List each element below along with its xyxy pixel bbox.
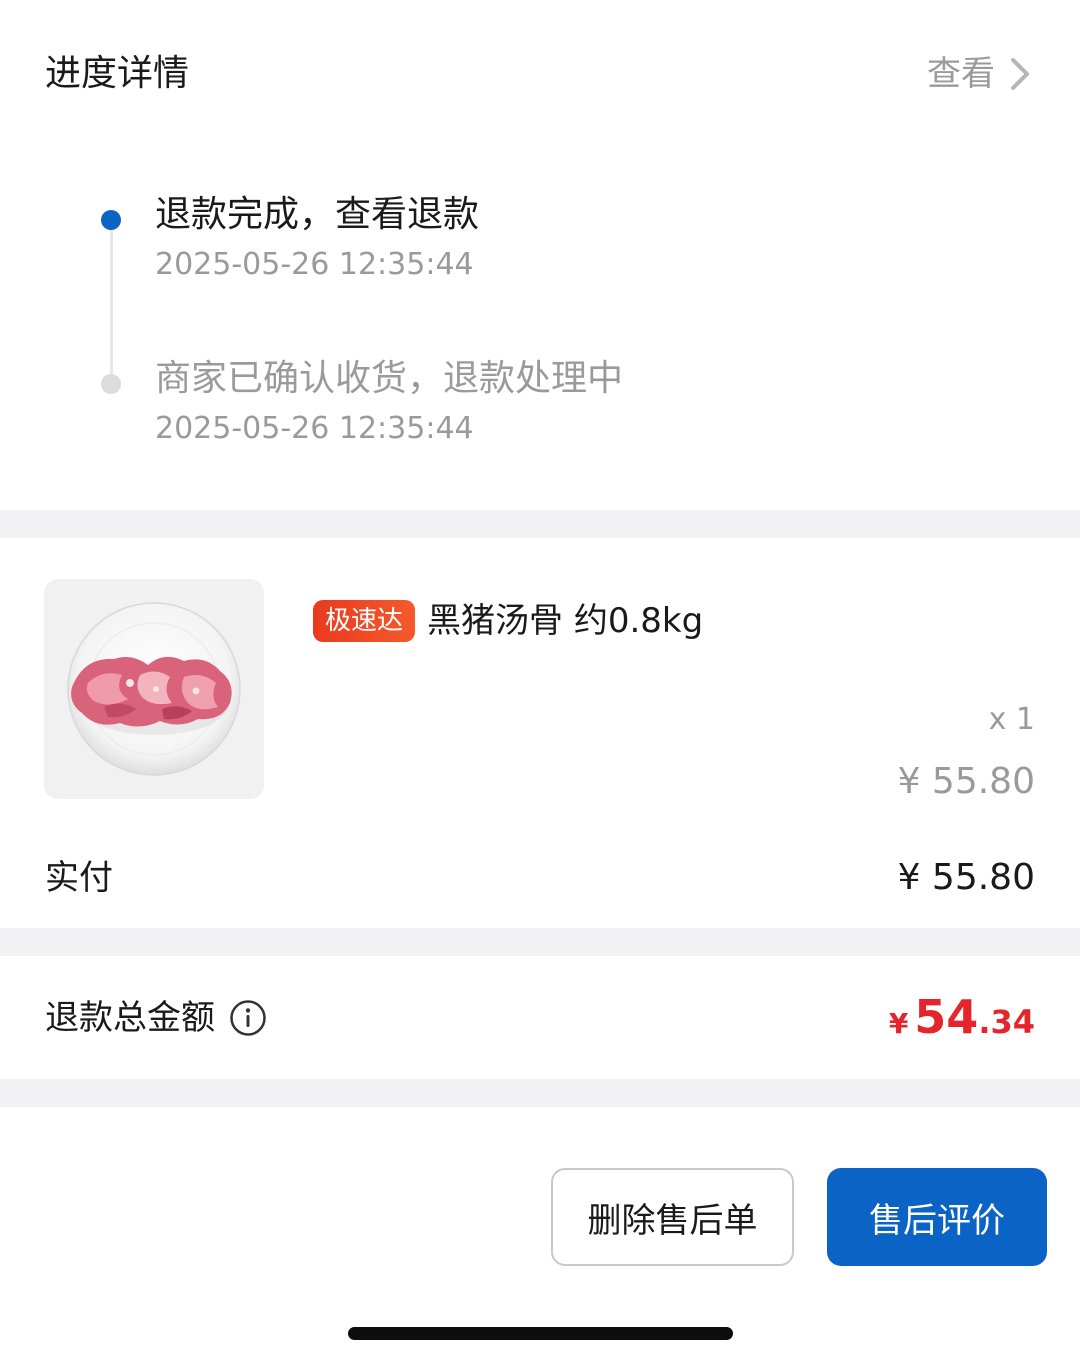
refund-amount-decimal: .34	[978, 1003, 1035, 1041]
chevron-right-icon	[1011, 58, 1029, 90]
section-divider	[0, 1079, 1080, 1107]
currency-symbol: ¥	[888, 1007, 909, 1040]
product-section: 极速达 黑猪汤骨 约0.8kg x 1 ¥ 55.80 实付 ¥ 55.80	[0, 538, 1080, 928]
product-unit-price: ¥ 55.80	[897, 761, 1035, 802]
progress-section: 进度详情 查看 退款完成，查看退款 2025-05-26 12:35:44 商家…	[0, 0, 1080, 510]
after-sale-review-button[interactable]: 售后评价	[827, 1168, 1047, 1266]
refund-total-label: 退款总金额	[45, 998, 215, 1038]
progress-header: 进度详情 查看	[45, 50, 1035, 100]
paid-label: 实付	[45, 858, 113, 898]
progress-title: 进度详情	[45, 53, 190, 94]
timeline-step-time: 2025-05-26 12:35:44	[155, 411, 474, 446]
product-title-row[interactable]: 极速达 黑猪汤骨 约0.8kg	[313, 596, 703, 646]
view-label: 查看	[927, 54, 995, 94]
delete-after-sale-button[interactable]: 删除售后单	[551, 1168, 794, 1266]
home-indicator[interactable]	[348, 1327, 733, 1340]
express-tag: 极速达	[313, 600, 416, 642]
pork-bone-plate-image	[67, 602, 241, 776]
after-sale-detail-page: 进度详情 查看 退款完成，查看退款 2025-05-26 12:35:44 商家…	[0, 0, 1080, 1363]
refund-label-row: 退款总金额	[45, 994, 267, 1042]
paid-amount: ¥ 55.80	[897, 857, 1035, 898]
refund-total-amount: ¥ 54 .34	[889, 990, 1035, 1046]
timeline-line	[110, 220, 113, 385]
product-image[interactable]	[44, 579, 264, 799]
timeline-step-text: 商家已确认收货，退款处理中	[155, 358, 624, 399]
timeline-step-text: 退款完成，查看退款	[155, 194, 480, 235]
section-divider	[0, 928, 1080, 956]
timeline-dot-active	[101, 210, 121, 230]
product-name: 黑猪汤骨 约0.8kg	[427, 601, 704, 641]
section-divider	[0, 510, 1080, 538]
product-quantity: x 1	[988, 702, 1035, 737]
paid-row: 实付 ¥ 55.80	[45, 854, 1035, 902]
timeline-step-time: 2025-05-26 12:35:44	[155, 247, 474, 282]
refund-total-section: 退款总金额 ¥ 54 .34	[0, 956, 1080, 1079]
progress-timeline: 退款完成，查看退款 2025-05-26 12:35:44 商家已确认收货，退款…	[100, 190, 1000, 460]
info-icon[interactable]	[229, 999, 267, 1037]
view-progress-link[interactable]: 查看	[927, 50, 1035, 98]
refund-amount-integer: 54	[914, 990, 979, 1044]
timeline-dot-inactive	[101, 374, 121, 394]
